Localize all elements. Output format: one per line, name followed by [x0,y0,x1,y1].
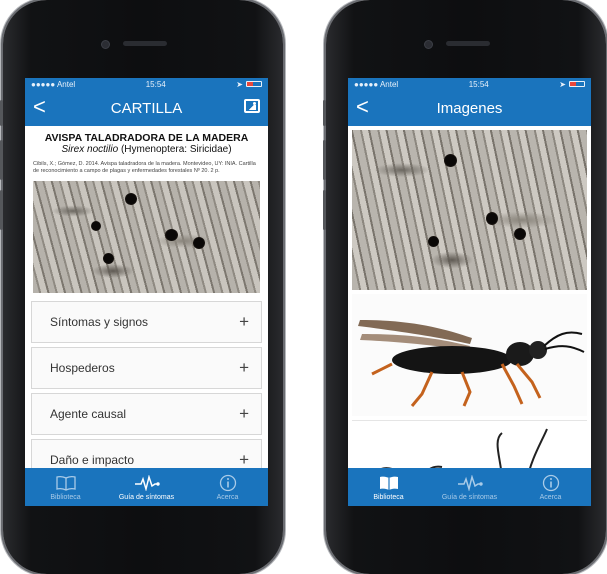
page-title: CARTILLA [110,99,183,117]
nav-bar: < Imagenes [348,90,591,126]
battery-icon [245,81,262,87]
exit-hole [486,212,498,225]
card-heading: AVISPA TALADRADORA DE LA MADERA Sirex no… [25,126,268,155]
location-icon: ➤ [236,79,243,89]
status-bar: ●●●●● Antel 15:54 ➤ [348,78,591,90]
tab-guia-sintomas[interactable]: Guía de síntomas [429,468,510,506]
tab-label: Biblioteca [373,493,404,501]
pulse-icon [457,474,483,492]
tab-label: Biblioteca [50,493,81,501]
exit-hole [91,221,101,231]
volume-up-button [323,140,326,180]
expand-icon: + [239,450,249,469]
clock: 15:54 [468,79,489,89]
front-camera [101,40,110,49]
right-screen: ●●●●● Antel 15:54 ➤ < Imagenes Bibliotec… [348,78,591,506]
exit-hole [428,236,439,247]
tab-label: Acerca [539,493,562,501]
back-button[interactable]: < [356,96,369,118]
top-bezel [3,0,283,78]
book-icon [379,474,399,492]
clock: 15:54 [145,79,166,89]
exit-hole [193,237,205,249]
tab-guia-sintomas[interactable]: Guía de síntomas [106,468,187,506]
expand-icon: + [239,404,249,423]
nav-bar: < CARTILLA [25,90,268,126]
tab-label: Guía de síntomas [441,493,498,501]
card-title: AVISPA TALADRADORA DE LA MADERA [44,132,249,144]
mute-switch [0,100,3,126]
tab-label: Acerca [216,493,239,501]
battery-icon [568,81,585,87]
card-subtitle: Sirex noctilio (Hymenoptera: Siricidae) [31,144,262,155]
wasp-image[interactable] [352,294,587,416]
scientific-name: Sirex noctilio [61,144,119,155]
section-label: Síntomas y signos [50,315,149,329]
image-gallery [348,126,591,482]
left-phone: ●●●●● Antel 15:54 ➤ < CARTILLA AVISPA TA… [0,0,283,574]
info-icon [542,474,560,492]
pulse-icon [134,474,160,492]
tab-bar: Biblioteca Guía de síntomas Acerca [25,468,268,506]
tab-acerca[interactable]: Acerca [510,468,591,506]
tab-acerca[interactable]: Acerca [187,468,268,506]
volume-up-button [0,140,3,180]
page-title: Imagenes [436,99,503,117]
tab-label: Guía de síntomas [118,493,175,501]
exit-hole [444,154,457,167]
section-label: Daño e impacto [50,453,135,467]
top-bezel [326,0,606,78]
tab-biblioteca[interactable]: Biblioteca [348,468,429,506]
carrier-label: ●●●●● Antel [31,79,76,89]
exit-hole [165,229,178,241]
mute-switch [323,100,326,126]
earpiece-speaker [446,41,490,46]
sections-list: Síntomas y signos + Hospederos + Agente … [25,293,268,481]
exit-hole [125,193,137,205]
bark-image[interactable] [352,130,587,290]
tab-bar: Biblioteca Guía de síntomas Acerca [348,468,591,506]
section-label: Hospederos [50,361,115,375]
book-icon [55,474,76,492]
taxonomy: (Hymenoptera: Siricidae) [120,144,232,155]
expand-icon: + [239,358,249,377]
section-agente-causal[interactable]: Agente causal + [31,393,262,435]
citation: Cibils, X.; Gómez, D. 2014. Avispa talad… [33,161,256,174]
left-screen: ●●●●● Antel 15:54 ➤ < CARTILLA AVISPA TA… [25,78,268,506]
tab-biblioteca[interactable]: Biblioteca [25,468,106,506]
carrier-label: ●●●●● Antel [354,79,399,89]
volume-down-button [0,190,3,230]
section-sintomas[interactable]: Síntomas y signos + [31,301,262,343]
earpiece-speaker [123,41,167,46]
right-phone: ●●●●● Antel 15:54 ➤ < Imagenes Bibliotec… [323,0,606,574]
status-right: ➤ [236,80,262,89]
section-hospederos[interactable]: Hospederos + [31,347,262,389]
front-camera [424,40,433,49]
info-icon [219,474,237,492]
wasp-illustration [358,320,585,407]
bark-photo[interactable] [33,181,260,293]
section-label: Agente causal [50,407,127,421]
expand-icon: + [239,312,249,331]
status-right: ➤ [559,80,585,89]
volume-down-button [323,190,326,230]
exit-hole [514,228,526,240]
back-button[interactable]: < [33,96,46,118]
exit-hole [103,253,114,264]
status-bar: ●●●●● Antel 15:54 ➤ [25,78,268,90]
gallery-icon[interactable] [244,99,260,113]
location-icon: ➤ [559,79,566,89]
